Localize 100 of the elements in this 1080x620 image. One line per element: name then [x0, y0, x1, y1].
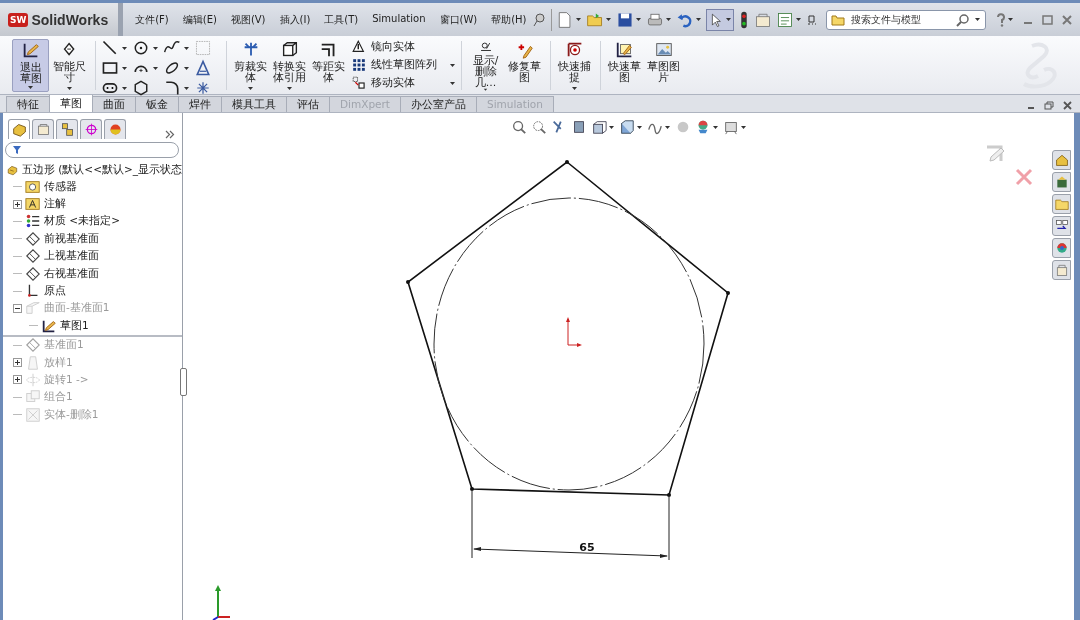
menu-item[interactable]: 窗口(W) [433, 10, 484, 29]
menu-item[interactable]: 编辑(E) [176, 10, 223, 29]
properties-list-icon[interactable] [775, 10, 794, 29]
panel-tab[interactable] [8, 119, 30, 139]
select-button[interactable] [705, 8, 734, 31]
ribbon-button[interactable]: 草图图片 [645, 39, 682, 92]
text-triangle-icon[interactable] [194, 59, 212, 77]
section-view-icon[interactable] [571, 119, 587, 135]
menu-item[interactable]: Simulation [366, 10, 432, 29]
caret-icon[interactable] [694, 17, 702, 22]
caret-icon[interactable] [608, 124, 615, 130]
task-pane-tab[interactable] [1052, 216, 1071, 236]
menu-item[interactable]: 视图(V) [224, 10, 272, 29]
ribbon-button[interactable]: 快速捕捉 [556, 39, 593, 92]
circle-icon[interactable] [132, 39, 150, 57]
expand-icon[interactable] [13, 199, 22, 209]
tree-item[interactable]: 右视基准面 [44, 266, 99, 281]
task-pane-tab[interactable] [1052, 238, 1071, 258]
tree-root-item[interactable]: 五边形 (默认<<默认>_显示状态 [21, 162, 182, 177]
restore-icon[interactable] [1044, 101, 1054, 110]
caret-icon[interactable] [574, 17, 582, 22]
tree-item[interactable]: 前视基准面 [44, 231, 99, 246]
caret-icon[interactable] [121, 65, 128, 71]
caret-icon[interactable] [636, 124, 643, 130]
caret-icon[interactable] [712, 124, 719, 130]
expand-icon[interactable] [13, 358, 22, 368]
caret-icon[interactable] [724, 17, 732, 22]
menu-item[interactable]: 文件(F) [129, 10, 175, 29]
ribbon-button[interactable]: 修复草图 [506, 39, 543, 92]
zoom-fit-icon[interactable] [511, 119, 527, 135]
caret-icon[interactable] [121, 85, 128, 91]
menu-item[interactable]: 工具(T) [318, 10, 365, 29]
caret-icon[interactable] [604, 17, 612, 22]
close-icon[interactable] [1063, 101, 1072, 110]
caret-icon[interactable] [247, 86, 254, 91]
line-icon[interactable] [101, 39, 119, 57]
close-icon[interactable] [1061, 14, 1072, 25]
tab[interactable]: 模具工具 [221, 96, 287, 112]
splitter-handle[interactable] [180, 368, 187, 396]
panel-tab[interactable] [56, 119, 78, 139]
tab[interactable]: 焊件 [178, 96, 222, 112]
tree-item[interactable]: 传感器 [44, 179, 77, 194]
save-icon[interactable] [615, 10, 634, 29]
view-orientation-icon[interactable] [591, 119, 607, 135]
ribbon-button[interactable]: 智能尺寸 [51, 39, 88, 92]
ellipse-icon[interactable] [163, 59, 181, 77]
caret-icon[interactable] [973, 17, 981, 22]
search-box[interactable]: 搜索文件与模型 [825, 9, 986, 30]
ribbon-button[interactable]: 转换实体引用 [271, 39, 308, 92]
caret-icon[interactable] [27, 85, 34, 90]
caret-icon[interactable] [183, 45, 190, 51]
caret-icon[interactable] [152, 45, 159, 51]
expand-icon[interactable] [13, 375, 22, 385]
tab[interactable]: 钣金 [135, 96, 179, 112]
rectangle-icon[interactable] [101, 59, 119, 77]
ribbon-button[interactable]: 线性草图阵列 [351, 57, 456, 73]
tab[interactable]: 办公室产品 [400, 96, 477, 112]
tab[interactable]: 特征 [6, 96, 50, 112]
collapse-icon[interactable] [13, 303, 22, 313]
caret-icon[interactable] [121, 45, 128, 51]
point-icon[interactable] [194, 79, 212, 97]
fillet-icon[interactable] [163, 79, 181, 97]
tree-item[interactable]: 注解 [44, 197, 66, 212]
tree-item[interactable]: 上视基准面 [44, 249, 99, 264]
caret-icon[interactable] [1006, 17, 1014, 22]
caret-icon[interactable] [152, 65, 159, 71]
caret-icon[interactable] [183, 85, 190, 91]
ribbon-button[interactable]: 移动实体 [351, 75, 456, 91]
ribbon-button[interactable]: 等距实体 [310, 39, 347, 92]
ribbon-button[interactable]: 快速草图 [606, 39, 643, 92]
ribbon-button[interactable]: 剪裁实体 [232, 39, 269, 92]
caret-icon[interactable] [286, 86, 293, 91]
menu-item[interactable]: 帮助(H) [485, 10, 533, 29]
caret-icon[interactable] [183, 65, 190, 71]
tree-item[interactable]: 草图1 [60, 318, 89, 333]
caret-icon[interactable] [66, 86, 73, 91]
tree-item[interactable]: 原点 [44, 284, 66, 299]
search-icon[interactable] [955, 12, 970, 27]
panel-tab[interactable] [104, 119, 126, 139]
caret-icon[interactable] [740, 124, 747, 130]
tab[interactable]: 评估 [286, 96, 330, 112]
caret-icon[interactable] [634, 17, 642, 22]
view-settings-icon[interactable] [723, 119, 739, 135]
display-style-icon[interactable] [619, 119, 635, 135]
caret-icon[interactable] [449, 62, 456, 68]
caret-icon[interactable] [449, 80, 456, 86]
tree-item[interactable]: 材质 <未指定> [44, 214, 120, 229]
pin-icon[interactable] [532, 12, 545, 27]
caret-icon[interactable] [794, 17, 802, 22]
caret-icon[interactable] [571, 86, 578, 91]
task-pane-tab[interactable] [1052, 172, 1071, 192]
ribbon-button[interactable]: 退出草图 [12, 39, 49, 92]
dimension-value[interactable]: 65 [579, 541, 595, 554]
zoom-area-icon[interactable] [531, 119, 547, 135]
caret-icon[interactable] [664, 17, 672, 22]
tab[interactable]: 曲面 [92, 96, 136, 112]
ribbon-button[interactable]: 镜向实体 [351, 39, 456, 55]
panel-tab[interactable] [32, 119, 54, 139]
polygon-icon[interactable] [132, 79, 150, 97]
panel-tab[interactable] [80, 119, 102, 139]
